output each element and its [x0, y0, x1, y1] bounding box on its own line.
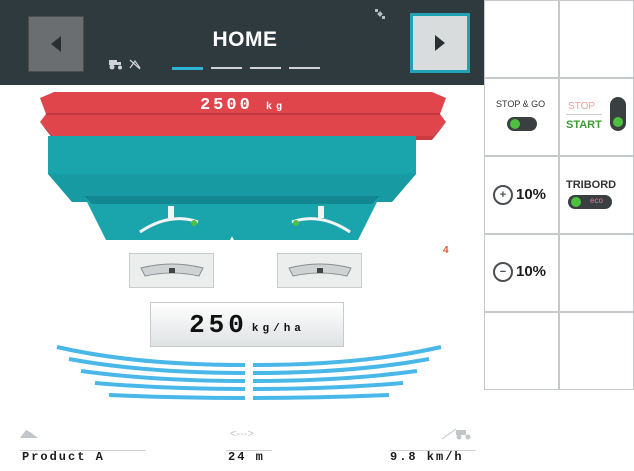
plus-icon: +	[493, 185, 513, 205]
increase-rate-value: 10%	[516, 186, 547, 203]
page-indicator-dot	[211, 67, 242, 69]
satellite-icon	[374, 8, 386, 23]
working-width-readout[interactable]: <---> 24 m	[226, 428, 274, 464]
top-bar: HOME	[0, 0, 484, 85]
hopper-weight-readout: 2500 kg	[40, 96, 446, 115]
application-rate-display[interactable]: 250 kg/ha	[150, 302, 344, 347]
page-indicator-dot	[172, 67, 203, 70]
page-indicator-dot	[289, 67, 320, 69]
previous-page-button[interactable]	[28, 16, 84, 72]
eco-label: eco	[590, 196, 603, 205]
start-label: START	[566, 119, 602, 131]
stop-and-go-button[interactable]: STOP & GO	[484, 78, 559, 156]
status-icons	[107, 58, 142, 70]
stop-start-button[interactable]: STOP START	[559, 78, 634, 156]
next-page-button[interactable]	[410, 13, 470, 73]
page-indicator-dot	[250, 67, 281, 69]
function-key-empty[interactable]	[484, 0, 559, 78]
product-readout[interactable]: Product A	[20, 428, 150, 464]
stop-label: STOP	[568, 101, 596, 112]
right-disc-indicator[interactable]	[277, 253, 362, 288]
tractor-speed-icon	[441, 428, 472, 443]
speed-value: 9.8 km/h	[390, 450, 464, 464]
page-indicator	[172, 67, 320, 70]
function-key-empty[interactable]	[559, 234, 634, 312]
disc-gauge-icon	[139, 263, 204, 277]
page-title: HOME	[212, 28, 278, 51]
minus-icon: −	[493, 262, 513, 282]
application-rate-value: 250	[189, 309, 248, 340]
tractor-icon	[109, 60, 122, 70]
decrease-rate-value: 10%	[516, 263, 547, 280]
chevron-right-icon	[435, 35, 445, 51]
product-name: Product A	[22, 450, 105, 464]
spread-pattern-graphic	[56, 345, 442, 400]
hopper-weight-value: 2500	[199, 96, 253, 115]
function-key-panel: STOP & GO STOP START + 10% TRIBORD eco −…	[484, 0, 634, 471]
spreader-body	[48, 136, 416, 240]
function-key-empty[interactable]	[559, 0, 634, 78]
no-signal-icon	[129, 59, 141, 70]
chevron-left-icon	[51, 36, 61, 52]
stop-start-toggle[interactable]	[610, 97, 626, 131]
alert-badge: 4	[443, 245, 449, 256]
width-arrows-icon: <--->	[230, 428, 254, 440]
hopper-fill-icon	[20, 428, 38, 441]
decrease-rate-button[interactable]: − 10%	[484, 234, 559, 312]
increase-rate-button[interactable]: + 10%	[484, 156, 559, 234]
tribord-button[interactable]: TRIBORD eco	[559, 156, 634, 234]
stop-and-go-toggle[interactable]	[507, 117, 537, 131]
working-width-value: 24 m	[228, 450, 265, 464]
tribord-label: TRIBORD	[566, 179, 617, 191]
hopper-weight-unit: kg	[266, 102, 287, 113]
application-rate-unit: kg/ha	[251, 322, 305, 335]
stop-and-go-label: STOP & GO	[496, 99, 546, 109]
function-key-empty[interactable]	[484, 312, 559, 390]
left-disc-indicator[interactable]	[129, 253, 214, 288]
tribord-toggle[interactable]: eco	[568, 195, 612, 209]
disc-gauge-icon	[287, 263, 352, 277]
speed-readout[interactable]: 9.8 km/h	[390, 428, 480, 464]
function-key-empty[interactable]	[559, 312, 634, 390]
